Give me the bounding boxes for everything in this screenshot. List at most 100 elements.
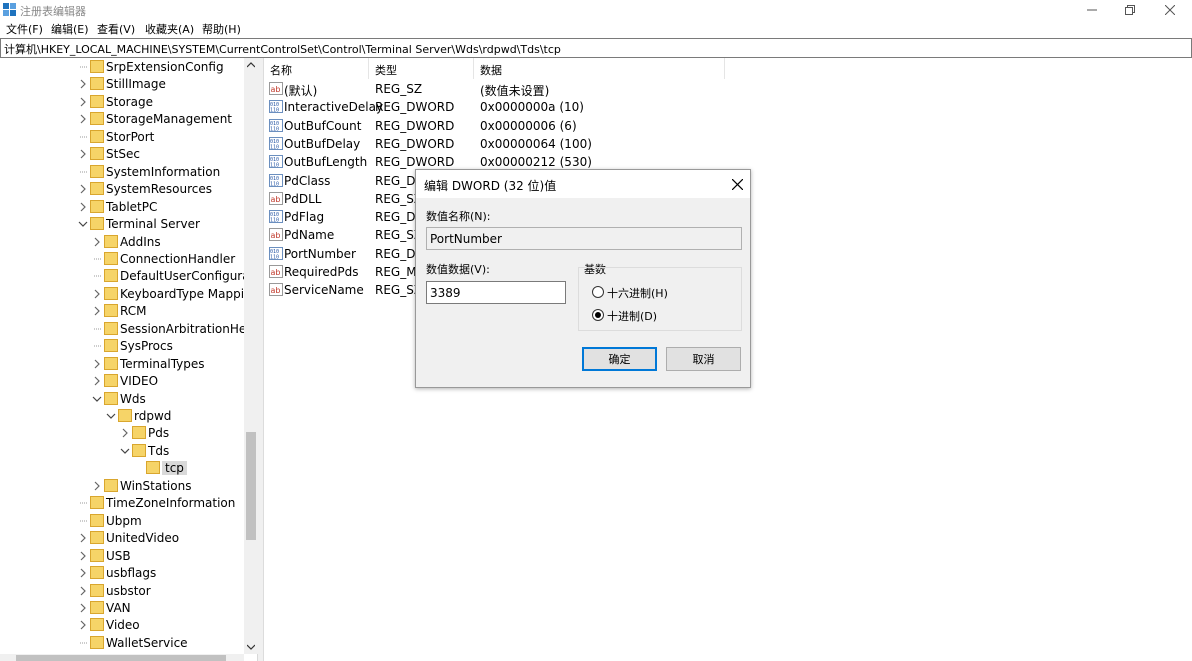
- tree-item[interactable]: VIDEO: [0, 373, 244, 390]
- chevron-right-icon[interactable]: [78, 549, 88, 563]
- chevron-right-icon[interactable]: [92, 374, 102, 388]
- tree-item[interactable]: Terminal Server: [0, 216, 244, 233]
- tree-item[interactable]: Storage: [0, 94, 244, 111]
- chevron-right-icon[interactable]: [92, 287, 102, 301]
- tree-item-label: usbstor: [106, 583, 151, 598]
- chevron-right-icon[interactable]: [78, 112, 88, 126]
- tree-item[interactable]: USB: [0, 548, 244, 565]
- menu-view[interactable]: 查看(V): [97, 21, 135, 37]
- folder-icon: [90, 129, 104, 143]
- tree-item[interactable]: StillImage: [0, 76, 244, 93]
- tree-item[interactable]: rdpwd: [0, 408, 244, 425]
- binary-value-icon: 010110: [269, 246, 283, 260]
- tree-item[interactable]: KeyboardType Mapping: [0, 286, 257, 303]
- chevron-right-icon[interactable]: [78, 95, 88, 109]
- tree-item-label: WinStations: [120, 478, 192, 493]
- tree-item[interactable]: WinStations: [0, 478, 244, 495]
- tree-item[interactable]: VAN: [0, 600, 244, 617]
- tree-item[interactable]: WalletService: [0, 635, 244, 652]
- dec-radio-label[interactable]: 十进制(D): [607, 308, 657, 324]
- value-data-input[interactable]: 3389: [426, 281, 566, 304]
- tree-scroll-thumb[interactable]: [246, 432, 256, 540]
- address-bar[interactable]: 计算机\HKEY_LOCAL_MACHINE\SYSTEM\CurrentCon…: [0, 38, 1192, 58]
- tree-item[interactable]: SessionArbitrationHelpe: [0, 321, 257, 338]
- folder-icon: [90, 548, 104, 562]
- tree-item[interactable]: TimeZoneInformation: [0, 495, 244, 512]
- tree-item[interactable]: SystemResources: [0, 181, 244, 198]
- column-header-data[interactable]: 数据: [474, 58, 725, 79]
- value-type: REG_DWORD: [375, 118, 455, 133]
- dialog-close-button[interactable]: [727, 174, 747, 194]
- tree-item[interactable]: StorageManagement: [0, 111, 244, 128]
- tree-item[interactable]: TerminalTypes: [0, 356, 244, 373]
- chevron-right-icon[interactable]: [78, 601, 88, 615]
- tree-item[interactable]: RCM: [0, 303, 244, 320]
- tree-horizontal-scrollbar[interactable]: [0, 654, 244, 661]
- chevron-down-icon[interactable]: [106, 409, 116, 423]
- menu-help[interactable]: 帮助(H): [202, 21, 241, 37]
- menu-file[interactable]: 文件(F): [6, 21, 43, 37]
- string-value-icon: ab: [269, 283, 283, 297]
- column-header-type[interactable]: 类型: [369, 58, 474, 79]
- chevron-right-icon[interactable]: [92, 357, 102, 371]
- tree-item[interactable]: usbflags: [0, 565, 244, 582]
- column-header-name[interactable]: 名称: [264, 58, 369, 79]
- minimize-button[interactable]: [1072, 0, 1112, 19]
- chevron-right-icon[interactable]: [78, 200, 88, 214]
- chevron-right-icon[interactable]: [78, 182, 88, 196]
- ok-button[interactable]: 确定: [582, 347, 657, 371]
- registry-tree[interactable]: SrpExtensionConfig StillImage Storage Stora…: [0, 58, 258, 661]
- chevron-down-icon[interactable]: [78, 217, 88, 231]
- tree-hscroll-thumb[interactable]: [16, 655, 226, 661]
- tree-item[interactable]: AddIns: [0, 234, 244, 251]
- string-value-icon: ab: [269, 82, 283, 95]
- menu-favorites[interactable]: 收藏夹(A): [145, 21, 194, 37]
- scroll-up-icon[interactable]: [247, 62, 255, 68]
- hex-radio-label[interactable]: 十六进制(H): [607, 285, 668, 301]
- tree-item[interactable]: Ubpm: [0, 513, 244, 530]
- tree-item[interactable]: SystemInformation: [0, 164, 244, 181]
- tree-item[interactable]: usbstor: [0, 583, 244, 600]
- tree-item[interactable]: Video: [0, 617, 244, 634]
- tree-item[interactable]: ConnectionHandler: [0, 251, 244, 268]
- value-row[interactable]: 010 110 OutBufCount REG_DWORD 0x00000006 (6): [264, 117, 1192, 135]
- chevron-right-icon[interactable]: [92, 235, 102, 249]
- tree-item[interactable]: tcp: [0, 460, 244, 477]
- tree-item[interactable]: Tds: [0, 443, 244, 460]
- tree-item[interactable]: Wds: [0, 391, 244, 408]
- value-row[interactable]: ab (默认) REG_SZ (数值未设置): [264, 80, 1192, 98]
- chevron-right-icon[interactable]: [120, 426, 130, 440]
- value-row[interactable]: 010 110 InteractiveDelay REG_DWORD 0x0000000…: [264, 98, 1192, 116]
- binary-value-icon: 010110: [269, 210, 283, 224]
- value-name: InteractiveDelay: [284, 100, 384, 115]
- svg-text:110: 110: [270, 181, 279, 187]
- dec-radio[interactable]: [592, 309, 604, 321]
- chevron-right-icon[interactable]: [78, 77, 88, 91]
- restore-button[interactable]: [1110, 0, 1150, 19]
- tree-item[interactable]: Pds: [0, 425, 244, 442]
- chevron-right-icon[interactable]: [78, 147, 88, 161]
- menu-edit[interactable]: 编辑(E): [51, 21, 89, 37]
- hex-radio[interactable]: [592, 286, 604, 298]
- chevron-down-icon[interactable]: [92, 392, 102, 406]
- tree-item[interactable]: SysProcs: [0, 338, 244, 355]
- chevron-right-icon[interactable]: [92, 479, 102, 493]
- tree-item[interactable]: TabletPC: [0, 199, 244, 216]
- chevron-right-icon[interactable]: [78, 566, 88, 580]
- cancel-button[interactable]: 取消: [666, 347, 741, 371]
- tree-item[interactable]: SrpExtensionConfig: [0, 59, 244, 76]
- tree-item[interactable]: StSec: [0, 146, 244, 163]
- value-row[interactable]: 010 110 OutBufDelay REG_DWORD 0x00000064 (10…: [264, 135, 1192, 153]
- chevron-down-icon[interactable]: [120, 444, 130, 458]
- chevron-right-icon[interactable]: [78, 584, 88, 598]
- chevron-right-icon[interactable]: [78, 618, 88, 632]
- tree-item[interactable]: DefaultUserConfiguratio: [0, 268, 257, 285]
- chevron-right-icon[interactable]: [78, 531, 88, 545]
- svg-text:ab: ab: [271, 195, 281, 204]
- tree-item[interactable]: StorPort: [0, 129, 244, 146]
- scroll-down-icon[interactable]: [247, 644, 255, 650]
- tree-vertical-scrollbar[interactable]: [244, 58, 258, 654]
- close-window-button[interactable]: [1150, 0, 1190, 19]
- tree-item[interactable]: UnitedVideo: [0, 530, 244, 547]
- chevron-right-icon[interactable]: [92, 304, 102, 318]
